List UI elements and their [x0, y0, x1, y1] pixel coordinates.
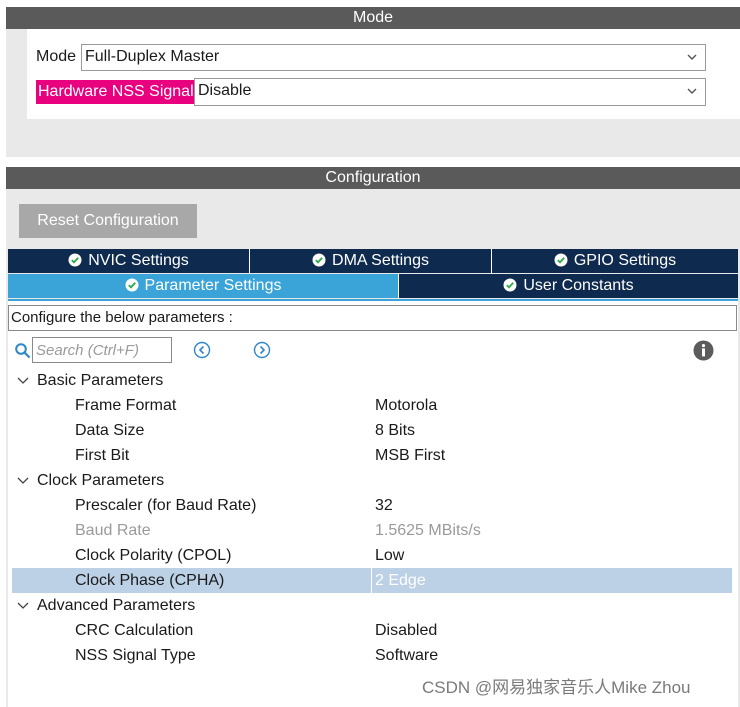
group-basic-parameters[interactable]: Basic Parameters — [12, 368, 732, 393]
param-label: Clock Polarity (CPOL) — [75, 547, 232, 564]
param-label: Baud Rate — [75, 522, 151, 539]
group-clock-parameters[interactable]: Clock Parameters — [12, 468, 732, 493]
param-label: Prescaler (for Baud Rate) — [75, 497, 257, 514]
param-row-data-size[interactable]: Data Size 8 Bits — [12, 418, 732, 443]
mode-select-value: Full-Duplex Master — [85, 48, 220, 65]
check-circle-icon — [312, 253, 326, 267]
param-label: First Bit — [75, 447, 130, 464]
chevron-down-icon — [17, 602, 29, 609]
watermark: CSDN @网易独家音乐人Mike Zhou — [422, 678, 691, 697]
group-label: Advanced Parameters — [37, 597, 196, 614]
next-match-icon[interactable] — [253, 341, 271, 359]
param-row-baud-rate: Baud Rate 1.5625 MBits/s — [12, 518, 732, 543]
param-value: 1.5625 MBits/s — [375, 522, 481, 539]
tab-gpio-settings[interactable]: GPIO Settings — [492, 249, 738, 273]
hardware-nss-label: Hardware NSS Signal — [36, 80, 196, 104]
tab-dma-settings[interactable]: DMA Settings — [250, 249, 492, 273]
param-row-clock-polarity[interactable]: Clock Polarity (CPOL) Low — [12, 543, 732, 568]
param-value[interactable]: Disabled — [375, 618, 437, 643]
mode-label: Mode — [36, 48, 77, 65]
tab-label: NVIC Settings — [88, 252, 189, 269]
param-label: NSS Signal Type — [75, 647, 196, 664]
param-label: Frame Format — [75, 397, 177, 414]
group-label: Clock Parameters — [37, 472, 165, 489]
param-label: Clock Phase (CPHA) — [75, 572, 225, 589]
param-row-prescaler[interactable]: Prescaler (for Baud Rate) 32 — [12, 493, 732, 518]
check-circle-icon — [503, 278, 517, 292]
mode-section-header: Mode — [6, 7, 740, 29]
param-value[interactable]: 8 Bits — [375, 418, 415, 443]
configure-instructions: Configure the below parameters : — [8, 305, 737, 331]
chevron-down-icon — [687, 54, 697, 60]
chevron-down-icon — [17, 377, 29, 384]
previous-match-icon[interactable] — [193, 341, 211, 359]
mode-select[interactable]: Full-Duplex Master — [81, 44, 706, 71]
info-icon[interactable] — [693, 340, 714, 361]
chevron-down-icon — [17, 477, 29, 484]
param-row-nss-signal-type[interactable]: NSS Signal Type Software — [12, 643, 732, 668]
check-circle-icon — [68, 253, 82, 267]
param-value[interactable]: Software — [375, 643, 438, 668]
param-row-crc-calculation[interactable]: CRC Calculation Disabled — [12, 618, 732, 643]
param-value[interactable]: Motorola — [375, 393, 437, 418]
param-label: CRC Calculation — [75, 622, 194, 639]
tab-label: Parameter Settings — [144, 277, 282, 294]
group-advanced-parameters[interactable]: Advanced Parameters — [12, 593, 732, 618]
reset-configuration-button[interactable]: Reset Configuration — [19, 204, 197, 238]
param-value[interactable]: Low — [375, 543, 404, 568]
chevron-down-icon — [687, 88, 697, 94]
tab-label: User Constants — [523, 277, 634, 294]
tab-label: GPIO Settings — [573, 252, 677, 269]
check-circle-icon — [554, 253, 568, 267]
param-row-frame-format[interactable]: Frame Format Motorola — [12, 393, 732, 418]
param-row-first-bit[interactable]: First Bit MSB First — [12, 443, 732, 468]
configuration-section-header: Configuration — [6, 167, 740, 189]
param-row-clock-phase[interactable]: Clock Phase (CPHA) 2 Edge — [12, 568, 732, 593]
group-label: Basic Parameters — [37, 372, 164, 389]
tab-label: DMA Settings — [332, 252, 429, 269]
param-value[interactable]: 32 — [375, 493, 393, 518]
value-divider — [371, 568, 372, 593]
hardware-nss-select-value: Disable — [198, 82, 252, 99]
tab-user-constants[interactable]: User Constants — [399, 274, 738, 298]
param-value[interactable]: MSB First — [375, 443, 445, 468]
search-input[interactable] — [32, 337, 172, 363]
hardware-nss-select[interactable]: Disable — [194, 78, 706, 106]
param-label: Data Size — [75, 422, 145, 439]
tab-parameter-settings[interactable]: Parameter Settings — [8, 274, 399, 298]
tab-nvic-settings[interactable]: NVIC Settings — [8, 249, 250, 273]
param-value[interactable]: 2 Edge — [375, 568, 426, 593]
check-circle-icon — [125, 278, 139, 292]
search-icon — [15, 343, 31, 359]
